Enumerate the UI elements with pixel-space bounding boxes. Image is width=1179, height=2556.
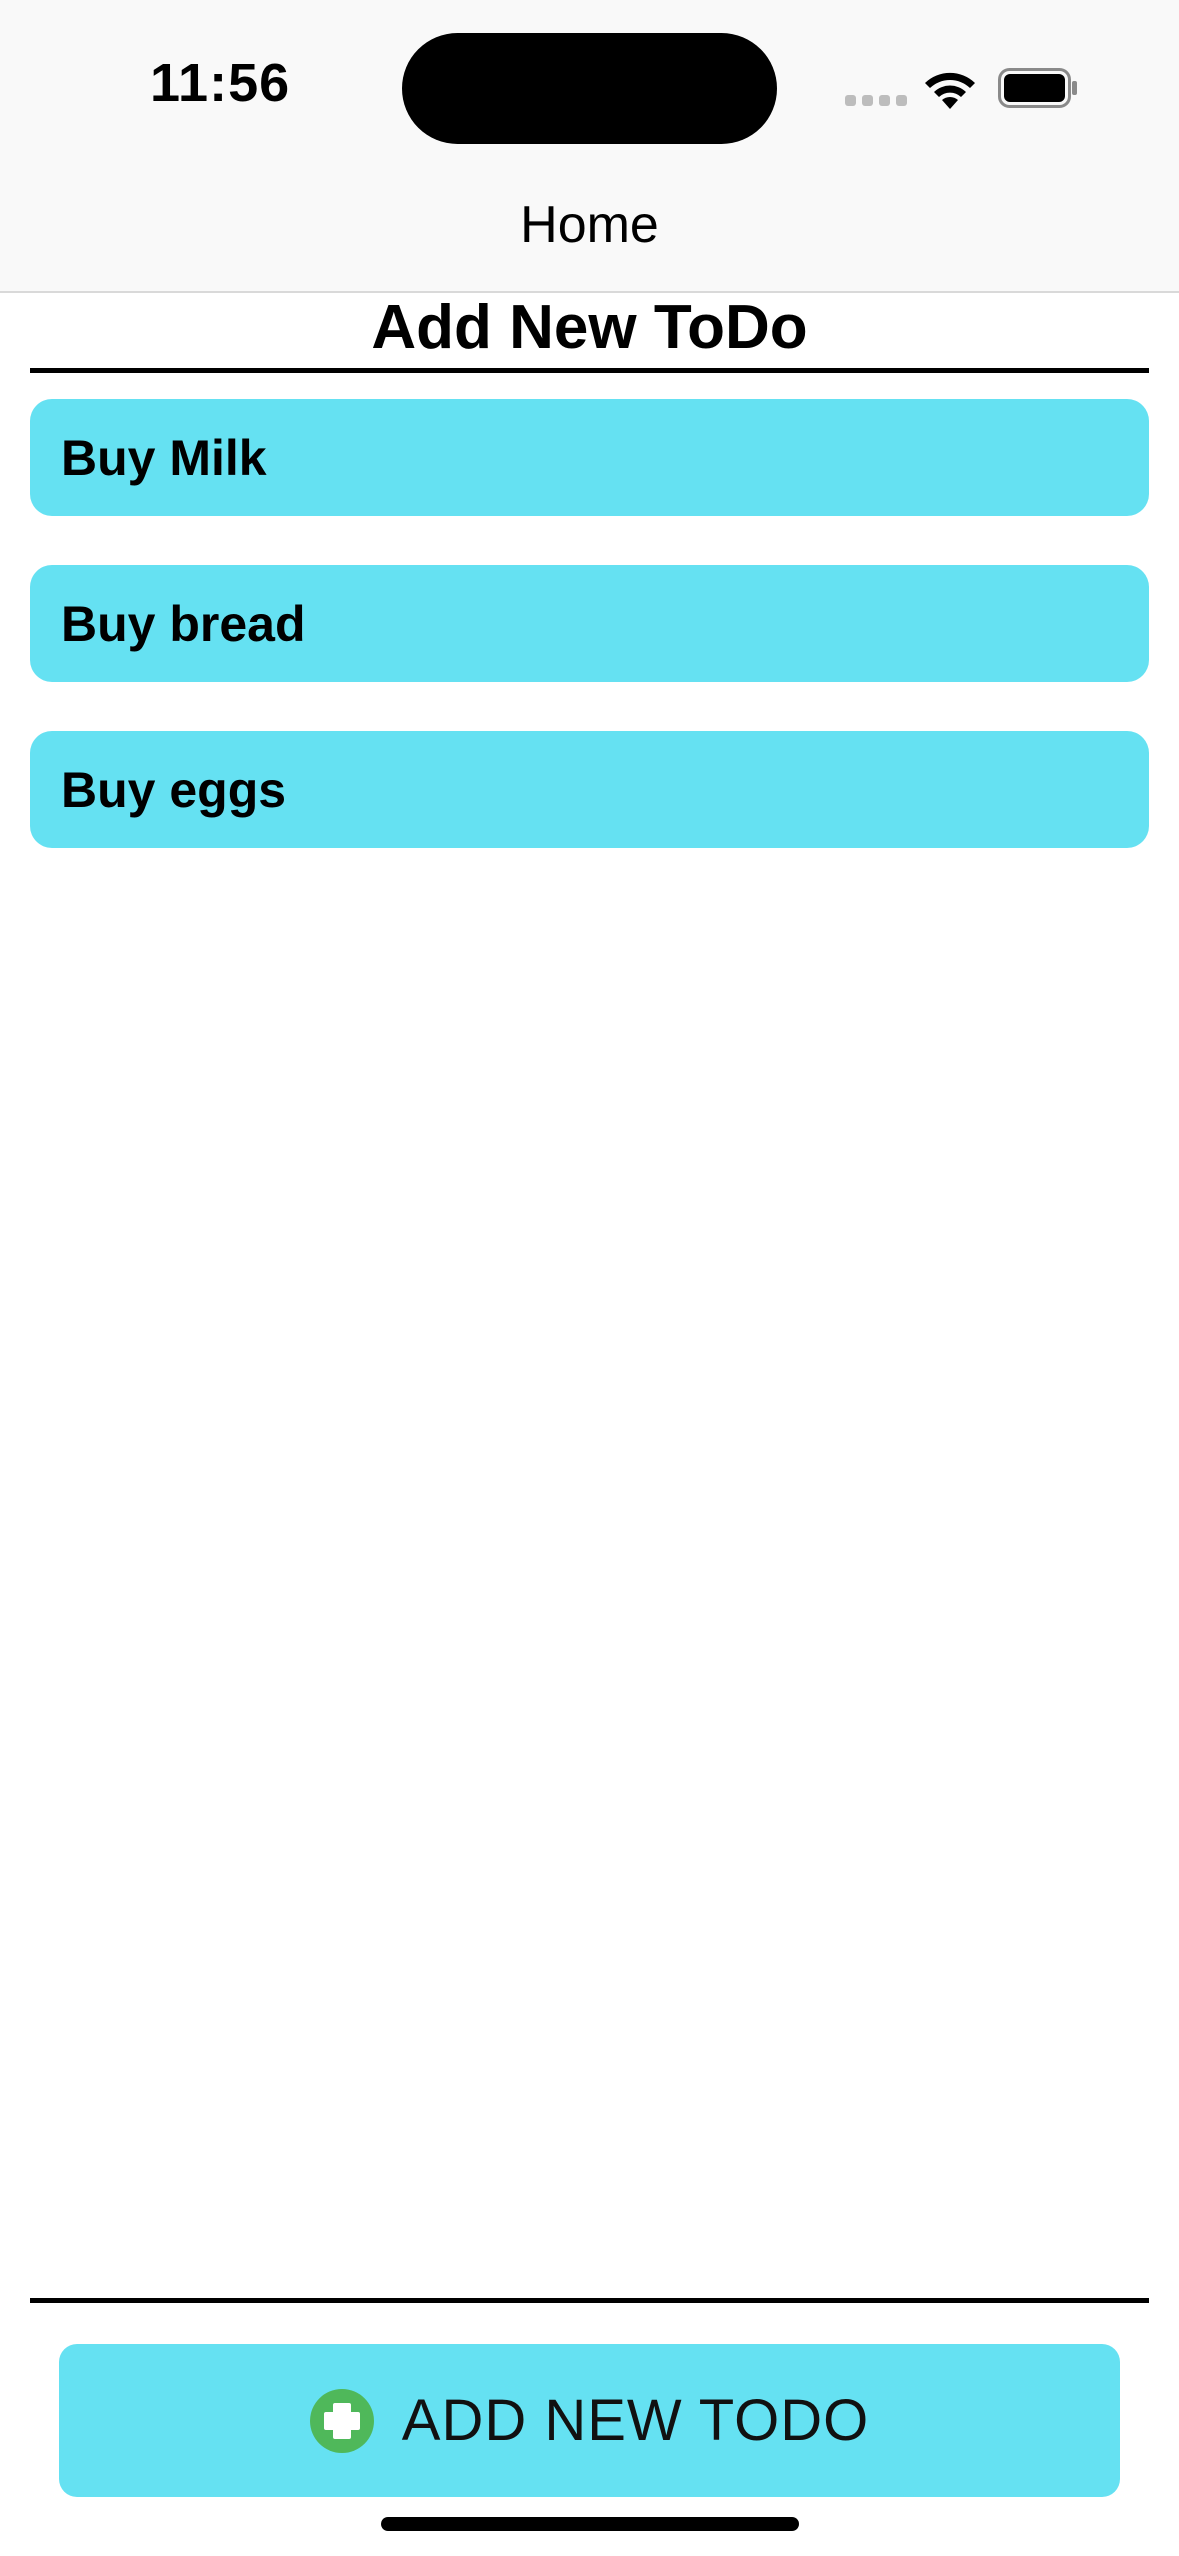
status-time: 11:56 [150,53,291,113]
plus-circle-icon [309,2388,374,2453]
divider-top [30,368,1149,373]
page-title: Add New ToDo [371,293,808,362]
signal-dot [862,95,873,106]
dynamic-island [402,33,777,144]
signal-dot [896,95,907,106]
todo-item-label: Buy eggs [61,761,287,818]
header: 11:56 Home [0,0,1179,293]
signal-dot [845,95,856,106]
signal-dot [879,95,890,106]
todo-item[interactable]: Buy Milk [30,399,1149,516]
cellular-signal-icon [845,95,907,106]
home-indicator[interactable] [381,2517,799,2531]
app-screen: 11:56 Home Add New ToDo Buy Milk Buy bre… [0,0,1179,2556]
todo-item-label: Buy Milk [61,429,267,486]
add-todo-button-label: ADD NEW TODO [401,2388,870,2453]
nav-title: Home [520,196,659,254]
todo-item[interactable]: Buy bread [30,565,1149,682]
todo-item-label: Buy bread [61,595,306,652]
divider-bottom [30,2298,1149,2303]
todo-item[interactable]: Buy eggs [30,731,1149,848]
battery-icon [998,68,1077,108]
add-todo-button[interactable]: ADD NEW TODO [59,2344,1120,2497]
wifi-icon [925,72,975,109]
